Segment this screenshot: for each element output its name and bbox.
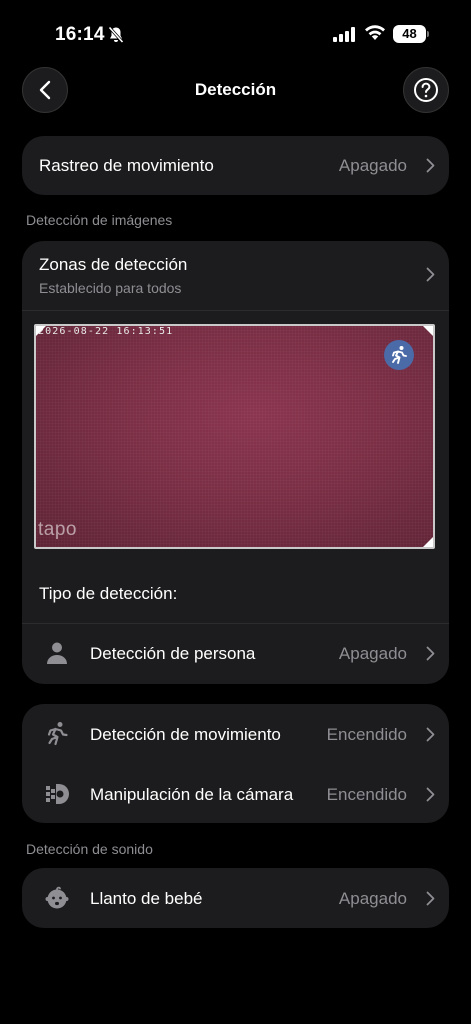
motion-detection-value: Encendido bbox=[326, 725, 407, 744]
running-person-icon bbox=[392, 346, 407, 364]
camera-preview[interactable]: 2026-08-22 16:13:51 tapo bbox=[34, 324, 435, 549]
divider bbox=[22, 310, 449, 311]
baby-cry-card[interactable]: Llanto de bebé Apagado bbox=[22, 868, 449, 928]
running-person-icon bbox=[47, 722, 68, 746]
zone-corner-handle[interactable] bbox=[423, 326, 433, 336]
baby-cry-label: Llanto de bebé bbox=[90, 889, 203, 908]
camera-tamper-label: Manipulación de la cámara bbox=[90, 785, 294, 804]
help-button[interactable] bbox=[403, 67, 449, 113]
zone-corner-handle[interactable] bbox=[36, 326, 46, 336]
motion-detection-type-badge[interactable] bbox=[384, 340, 414, 370]
wifi-icon bbox=[365, 25, 385, 40]
battery-nub bbox=[427, 31, 429, 37]
chevron-right-icon bbox=[426, 267, 435, 282]
status-time: 16:14 bbox=[55, 24, 105, 45]
question-circle-icon bbox=[414, 78, 438, 102]
motion-tracking-card[interactable]: Rastreo de movimiento Apagado bbox=[22, 136, 449, 195]
motion-tracking-value: Apagado bbox=[338, 156, 407, 175]
motion-tracking-label: Rastreo de movimiento bbox=[39, 156, 214, 175]
bell-slash-icon bbox=[108, 26, 124, 44]
person-icon bbox=[47, 642, 67, 664]
image-detection-section-label: Detección de imágenes bbox=[26, 212, 173, 228]
chevron-right-icon bbox=[426, 891, 435, 906]
battery-indicator: 48 bbox=[393, 25, 426, 43]
detection-zones-label: Zonas de detección bbox=[39, 255, 188, 274]
motion-detection-row[interactable]: Detección de movimiento Encendido bbox=[22, 704, 449, 764]
chevron-right-icon bbox=[426, 646, 435, 661]
page-title: Detección bbox=[194, 80, 277, 99]
person-detection-label: Detección de persona bbox=[90, 644, 256, 663]
detection-zones-subtitle: Establecido para todos bbox=[39, 280, 182, 296]
tapo-watermark: tapo bbox=[38, 519, 77, 540]
chevron-right-icon bbox=[426, 727, 435, 742]
baby-cry-value: Apagado bbox=[338, 889, 407, 908]
preview-noise bbox=[36, 326, 433, 547]
other-detection-card: Detección de movimiento Encendido Manipu… bbox=[22, 704, 449, 823]
status-bar: 16:14 48 bbox=[0, 0, 471, 70]
image-detection-card: Zonas de detección Establecido para todo… bbox=[22, 241, 449, 684]
preview-timestamp: 2026-08-22 16:13:51 bbox=[38, 326, 174, 337]
sound-detection-section-label: Detección de sonido bbox=[26, 841, 153, 857]
person-detection-row[interactable]: Detección de persona Apagado bbox=[22, 624, 449, 684]
camera-tamper-icon bbox=[46, 784, 69, 804]
chevron-right-icon bbox=[426, 787, 435, 802]
motion-detection-label: Detección de movimiento bbox=[90, 725, 281, 744]
camera-tamper-value: Encendido bbox=[326, 785, 407, 804]
zone-corner-handle[interactable] bbox=[423, 537, 433, 547]
cellular-signal-icon bbox=[333, 27, 355, 42]
chevron-right-icon bbox=[426, 158, 435, 173]
baby-face-icon bbox=[45, 886, 69, 909]
person-detection-value: Apagado bbox=[338, 644, 407, 663]
detection-zones-row[interactable]: Zonas de detección Establecido para todo… bbox=[22, 241, 449, 309]
camera-tamper-row[interactable]: Manipulación de la cámara Encendido bbox=[22, 764, 449, 823]
detection-type-label: Tipo de detección: bbox=[39, 584, 178, 603]
